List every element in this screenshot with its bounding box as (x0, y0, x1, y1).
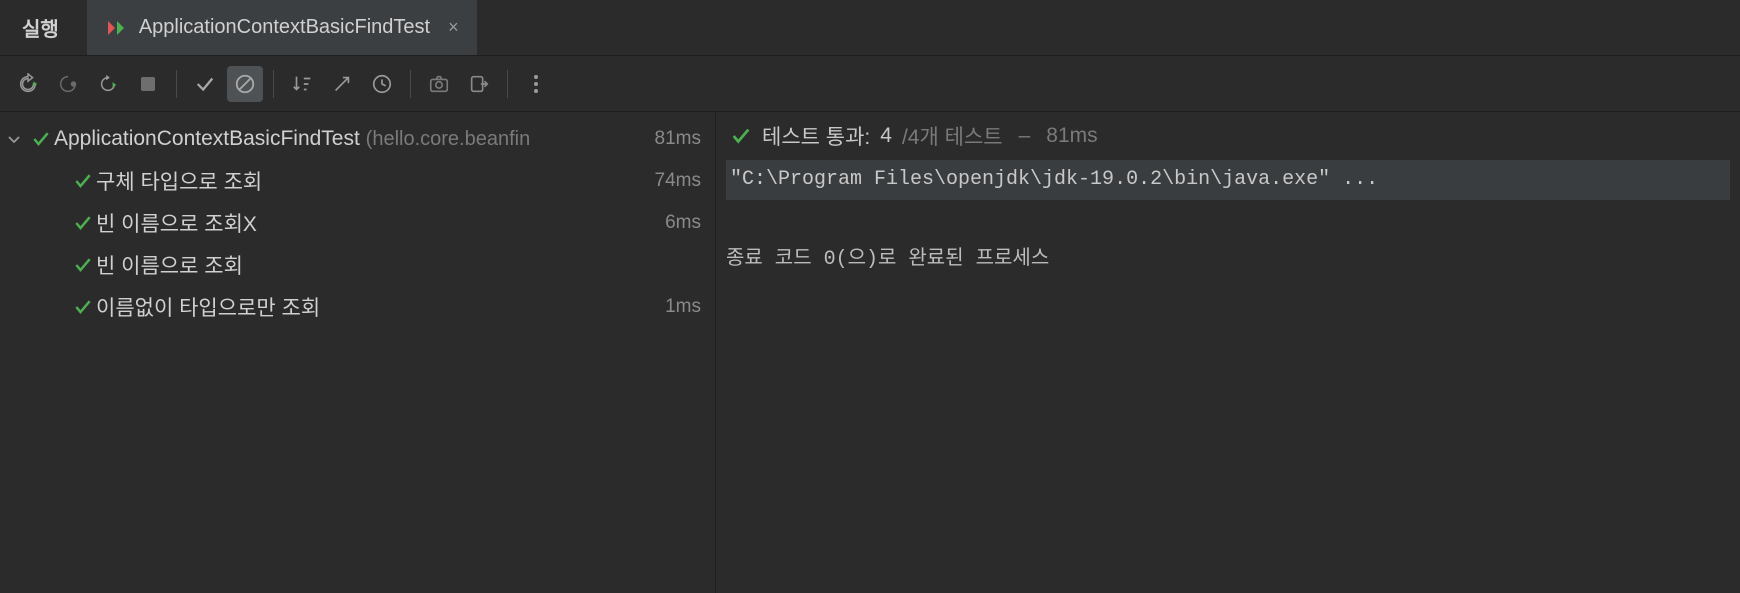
console-pane: 테스트 통과: 4 /4개 테스트 – 81ms "C:\Program Fil… (716, 112, 1740, 593)
test-summary-bar: 테스트 통과: 4 /4개 테스트 – 81ms (716, 112, 1740, 160)
test-tree-item[interactable]: 이름없이 타입으로만 조회 1ms (0, 286, 715, 328)
test-tree-item[interactable]: 구체 타입으로 조회 74ms (0, 160, 715, 202)
check-icon (70, 171, 96, 191)
console-exit-line: 종료 코드 0(으)로 완료된 프로세스 (726, 240, 1730, 280)
tool-window-title: 실행 (0, 0, 87, 55)
header-tabs: 실행 ApplicationContextBasicFindTest × (0, 0, 1740, 56)
test-tree-item[interactable]: 빈 이름으로 조회X 6ms (0, 202, 715, 244)
run-config-icon (105, 16, 129, 40)
toolbar-separator (176, 70, 177, 98)
toolbar (0, 56, 1740, 112)
console-output[interactable]: "C:\Program Files\openjdk\jdk-19.0.2\bin… (716, 160, 1740, 593)
toolbar-separator (410, 70, 411, 98)
show-ignored-button[interactable] (227, 66, 263, 102)
run-config-tab[interactable]: ApplicationContextBasicFindTest × (87, 0, 478, 55)
console-command-line: "C:\Program Files\openjdk\jdk-19.0.2\bin… (726, 160, 1730, 200)
test-tree-root[interactable]: ApplicationContextBasicFindTest (hello.c… (0, 118, 715, 160)
test-duration: 74ms (655, 170, 701, 192)
test-name: 구체 타입으로 조회 (96, 166, 262, 196)
test-tree-pane: ApplicationContextBasicFindTest (hello.c… (0, 112, 716, 593)
screenshot-button[interactable] (421, 66, 457, 102)
summary-label: 테스트 통과: (762, 121, 870, 151)
rerun-button[interactable] (10, 66, 46, 102)
tool-window-title-text: 실행 (22, 13, 59, 42)
check-icon (70, 297, 96, 317)
check-icon (70, 213, 96, 233)
test-class-name: ApplicationContextBasicFindTest (hello.c… (54, 127, 530, 151)
tab-title: ApplicationContextBasicFindTest (139, 16, 430, 39)
body-split: ApplicationContextBasicFindTest (hello.c… (0, 112, 1740, 593)
check-icon (70, 255, 96, 275)
chevron-down-icon[interactable] (0, 131, 28, 147)
summary-passed-count: 4 (880, 124, 892, 148)
test-name: 빈 이름으로 조회X (96, 208, 257, 238)
test-duration: 81ms (655, 128, 701, 150)
summary-dash: – (1019, 124, 1031, 148)
close-icon[interactable]: × (448, 17, 459, 38)
test-name: 이름없이 타입으로만 조회 (96, 292, 320, 322)
test-class-package: (hello.core.beanfin (366, 128, 531, 150)
test-tree-item[interactable]: 빈 이름으로 조회 (0, 244, 715, 286)
summary-total-text: /4개 테스트 (902, 121, 1003, 151)
test-name: 빈 이름으로 조회 (96, 250, 243, 280)
export-button[interactable] (461, 66, 497, 102)
expand-all-button[interactable] (324, 66, 360, 102)
sort-button[interactable] (284, 66, 320, 102)
test-duration: 6ms (665, 212, 701, 234)
test-class-name-text: ApplicationContextBasicFindTest (54, 127, 360, 150)
toolbar-separator (507, 70, 508, 98)
more-button[interactable] (518, 66, 554, 102)
check-icon (28, 129, 54, 149)
console-blank-line (726, 200, 1730, 240)
stop-button[interactable] (130, 66, 166, 102)
history-button[interactable] (364, 66, 400, 102)
rerun-failed-button[interactable] (90, 66, 126, 102)
toolbar-separator (273, 70, 274, 98)
test-duration: 1ms (665, 296, 701, 318)
summary-time: 81ms (1046, 124, 1097, 148)
show-passed-button[interactable] (187, 66, 223, 102)
check-icon (730, 125, 752, 147)
rerun-debug-button[interactable] (50, 66, 86, 102)
